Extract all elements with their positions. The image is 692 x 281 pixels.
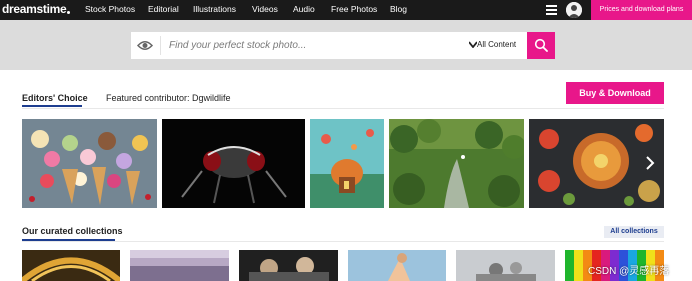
dreamstime-logo[interactable]: dreamstime (2, 2, 71, 16)
logo-dot (67, 11, 71, 14)
user-avatar[interactable] (566, 2, 582, 18)
editors-gallery (0, 119, 692, 208)
content-filter-dropdown[interactable]: All Content (469, 40, 516, 49)
all-collections-button[interactable]: All collections (604, 226, 664, 238)
nav-link-audio[interactable]: Audio (293, 4, 315, 14)
buy-download-button[interactable]: Buy & Download (566, 82, 664, 104)
collection-tile[interactable] (22, 250, 120, 281)
eye-icon[interactable] (137, 39, 153, 52)
search-icon (534, 38, 548, 52)
gallery-image[interactable] (22, 119, 157, 208)
filter-label: All Content (477, 40, 517, 49)
tab-featured-contributor[interactable]: Featured contributor: Dgwildlife (106, 93, 231, 103)
nav-link-free-photos[interactable]: Free Photos (331, 4, 377, 14)
hamburger-icon[interactable] (546, 5, 557, 15)
collection-tile[interactable] (456, 250, 555, 281)
logo-text: dreamstime (2, 2, 67, 16)
tab-editors-choice[interactable]: Editors' Choice (22, 93, 88, 103)
chevron-right-icon[interactable] (643, 153, 657, 173)
csdn-watermark: CSDN @灵感再落 (588, 266, 670, 277)
section-divider (22, 108, 664, 109)
search-band: All Content (0, 20, 692, 70)
nav-link-blog[interactable]: Blog (390, 4, 407, 14)
search-separator (160, 36, 161, 55)
curated-title: Our curated collections (22, 226, 123, 236)
nav-link-videos[interactable]: Videos (252, 4, 278, 14)
nav-link-illustrations[interactable]: Illustrations (193, 4, 236, 14)
collection-tile[interactable] (348, 250, 446, 281)
search-button[interactable] (527, 32, 555, 59)
top-navigation: dreamstime Stock Photos Editorial Illust… (0, 0, 692, 20)
nav-link-stock-photos[interactable]: Stock Photos (85, 4, 135, 14)
prices-plans-button[interactable]: Prices and download plans (591, 0, 692, 20)
gallery-image[interactable] (162, 119, 305, 208)
chevron-down-icon (469, 41, 477, 48)
search-input[interactable] (169, 32, 459, 59)
gallery-image[interactable] (389, 119, 524, 208)
active-tab-indicator (22, 105, 82, 107)
nav-link-editorial[interactable]: Editorial (148, 4, 179, 14)
curated-divider (22, 241, 664, 242)
collection-tile[interactable] (130, 250, 229, 281)
gallery-image[interactable] (310, 119, 384, 208)
search-box: All Content (131, 32, 527, 59)
collection-tile[interactable] (239, 250, 338, 281)
